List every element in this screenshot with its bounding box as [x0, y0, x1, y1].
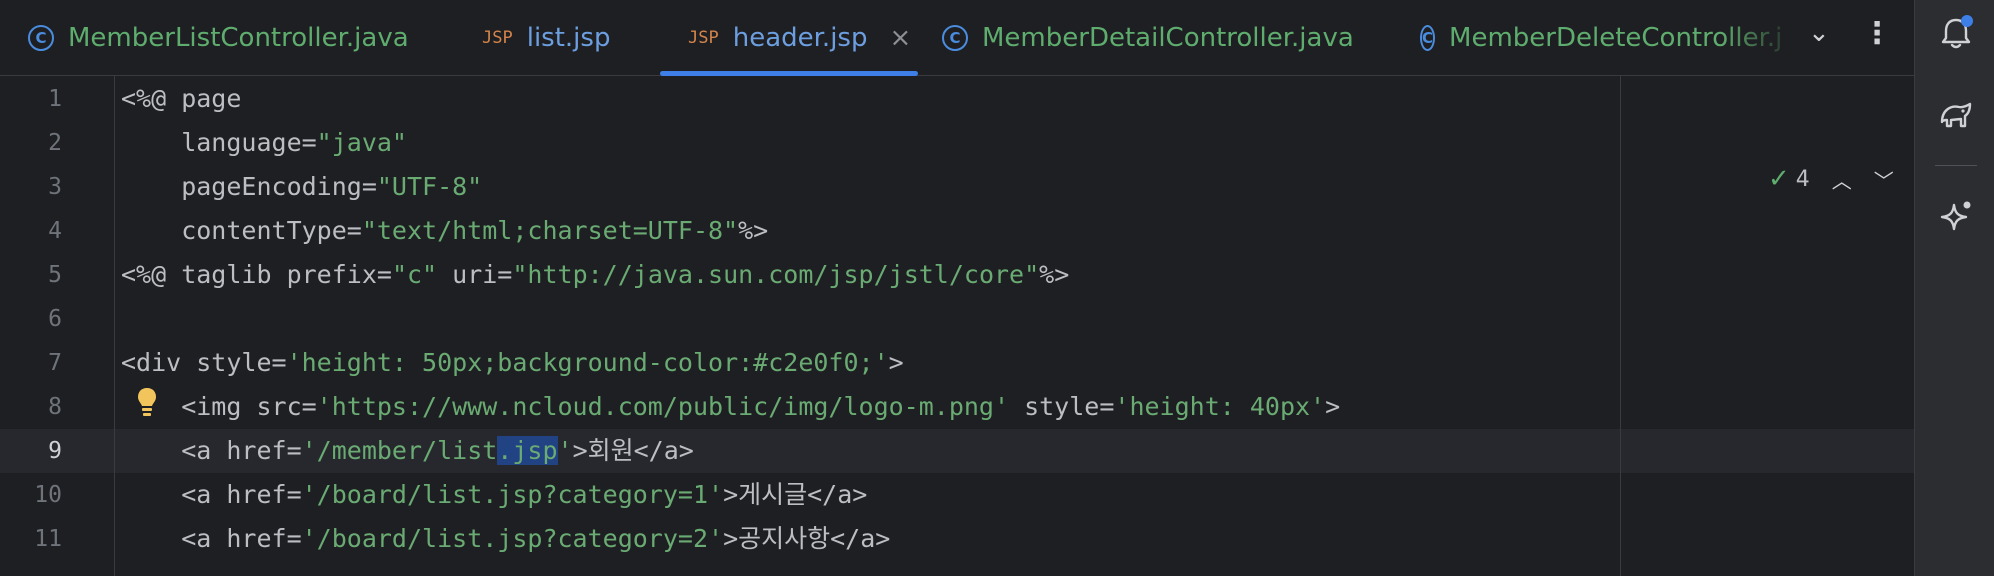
- selected-text: .jsp: [497, 436, 558, 465]
- line-number: 9: [48, 438, 62, 464]
- editor-tab-bar: C MemberListController.java JSP list.jsp…: [0, 0, 1914, 76]
- inspection-count: 4: [1795, 166, 1810, 192]
- class-icon: C: [28, 24, 54, 51]
- code-editor[interactable]: ✓ 4 ︿ ﹀ 1 <%@ page 2 language="java" 3 p…: [0, 76, 1914, 576]
- code-line[interactable]: 4 contentType="text/html;charset=UTF-8"%…: [0, 209, 1600, 253]
- tool-strip-divider: [1935, 165, 1977, 166]
- code-line[interactable]: 6: [0, 297, 1600, 341]
- inspection-widget[interactable]: ✓ 4 ︿ ﹀: [1768, 164, 1894, 194]
- code-text: <%@ page: [121, 84, 242, 113]
- jsp-file-icon: JSP: [482, 27, 513, 48]
- class-icon: C: [1420, 24, 1436, 51]
- tab-label: header.jsp: [732, 22, 868, 53]
- code-text: <a href='/member/list.jsp'>회원</a>: [121, 436, 694, 465]
- tab-list-jsp[interactable]: JSP list.jsp: [482, 0, 610, 75]
- close-icon[interactable]: ×: [889, 23, 911, 53]
- code-line-current[interactable]: 9 <a href='/member/list.jsp'>회원</a>: [0, 429, 1600, 473]
- notifications-bell-icon[interactable]: [1937, 14, 1975, 52]
- tab-header-jsp[interactable]: JSP header.jsp ×: [688, 0, 911, 75]
- code-text: <div style='height: 50px;background-colo…: [121, 348, 904, 377]
- line-number: 7: [48, 350, 62, 376]
- line-number: 2: [48, 130, 62, 156]
- line-number: 6: [48, 306, 62, 332]
- chevron-down-icon[interactable]: ⌄: [1808, 18, 1830, 48]
- database-elephant-icon[interactable]: [1937, 96, 1975, 134]
- class-icon: C: [942, 24, 968, 51]
- tab-label: MemberListController.java: [68, 22, 409, 53]
- chevron-down-icon[interactable]: ﹀: [1874, 165, 1894, 194]
- code-line[interactable]: 11 <a href='/board/list.jsp?category=2'>…: [0, 517, 1600, 561]
- line-number: 4: [48, 218, 62, 244]
- jsp-file-icon: JSP: [688, 27, 719, 48]
- code-text: <a href='/board/list.jsp?category=2'>공지사…: [121, 524, 891, 553]
- tab-member-list-controller[interactable]: C MemberListController.java: [28, 0, 409, 75]
- code-text: pageEncoding="UTF-8": [121, 172, 483, 201]
- code-line[interactable]: 3 pageEncoding="UTF-8": [0, 165, 1600, 209]
- check-icon: ✓: [1768, 164, 1790, 194]
- tab-label: list.jsp: [526, 22, 611, 53]
- code-line[interactable]: 8 <img src='https://www.ncloud.com/publi…: [0, 385, 1600, 429]
- code-line[interactable]: 10 <a href='/board/list.jsp?category=1'>…: [0, 473, 1600, 517]
- right-margin-guide: [1620, 76, 1621, 576]
- code-text: <%@ taglib prefix="c" uri="http://java.s…: [121, 260, 1070, 289]
- code-text: <img src='https://www.ncloud.com/public/…: [121, 392, 1341, 421]
- line-number: 8: [48, 394, 62, 420]
- line-number: 3: [48, 174, 62, 200]
- code-text: language="java": [121, 128, 407, 157]
- line-number: 11: [34, 526, 62, 552]
- tab-overflow-fade: [1720, 0, 1800, 75]
- code-text: <a href='/board/list.jsp?category=1'>게시글…: [121, 480, 868, 509]
- more-vertical-icon[interactable]: ⋮: [1862, 14, 1892, 54]
- tab-label: MemberDetailController.java: [982, 22, 1354, 53]
- line-number: 1: [48, 86, 62, 112]
- tab-member-detail-controller[interactable]: C MemberDetailController.java: [942, 0, 1354, 75]
- code-line[interactable]: 5 <%@ taglib prefix="c" uri="http://java…: [0, 253, 1600, 297]
- code-line[interactable]: 7 <div style='height: 50px;background-co…: [0, 341, 1600, 385]
- lightbulb-icon[interactable]: [136, 386, 158, 418]
- ai-assistant-sparkle-icon[interactable]: [1937, 198, 1975, 236]
- line-number: 10: [34, 482, 62, 508]
- line-number: 5: [48, 262, 62, 288]
- code-line[interactable]: 2 language="java": [0, 121, 1600, 165]
- code-text: contentType="text/html;charset=UTF-8"%>: [121, 216, 769, 245]
- code-line[interactable]: 1 <%@ page: [0, 77, 1600, 121]
- chevron-up-icon[interactable]: ︿: [1832, 165, 1852, 194]
- right-tool-strip: [1914, 0, 1994, 576]
